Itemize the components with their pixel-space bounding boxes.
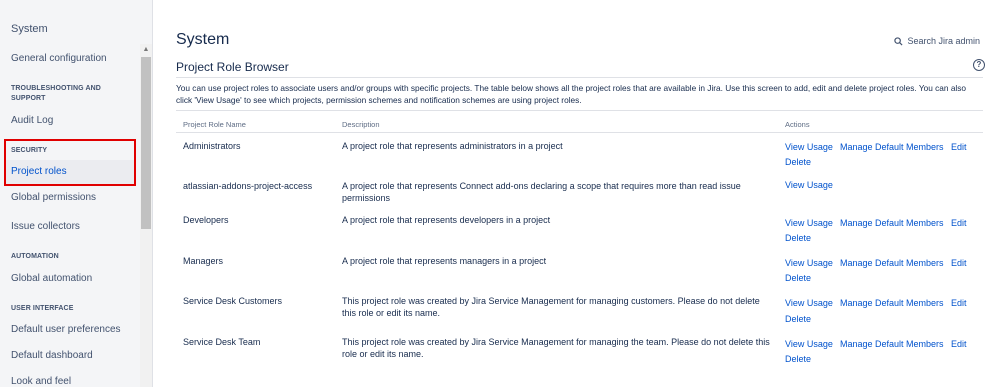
role-description: This project role was created by Jira Se… (342, 296, 760, 318)
edit-link[interactable]: Edit (951, 339, 967, 349)
view-usage-link[interactable]: View Usage (785, 298, 833, 308)
delete-link[interactable]: Delete (785, 157, 811, 167)
sidebar-item-issue-collectors[interactable]: Issue collectors (11, 221, 80, 232)
sidebar-title: System (11, 23, 48, 35)
view-usage-link[interactable]: View Usage (785, 258, 833, 268)
view-usage-link[interactable]: View Usage (785, 218, 833, 228)
section-divider (176, 77, 983, 78)
highlight-box (4, 139, 136, 186)
column-header-actions: Actions (785, 120, 810, 129)
role-name: Managers (183, 256, 224, 266)
search-icon (894, 36, 903, 46)
manage-default-members-link[interactable]: Manage Default Members (840, 218, 944, 228)
sidebar-item-default-user-preferences[interactable]: Default user preferences (11, 324, 121, 335)
manage-default-members-link[interactable]: Manage Default Members (840, 298, 944, 308)
sidebar-item-look-and-feel[interactable]: Look and feel (11, 376, 71, 387)
view-usage-link[interactable]: View Usage (785, 180, 833, 190)
search-jira-admin-link[interactable]: Search Jira admin (894, 36, 980, 46)
sidebar-scrollbar[interactable]: ▲ (140, 44, 152, 387)
sidebar-item-audit-log[interactable]: Audit Log (11, 115, 53, 126)
section-title: Project Role Browser (176, 60, 289, 74)
scroll-up-arrow-icon[interactable]: ▲ (142, 46, 150, 54)
role-description: This project role was created by Jira Se… (342, 337, 770, 359)
role-description: A project role that represents developer… (342, 215, 551, 225)
help-icon[interactable]: ? (973, 59, 985, 71)
intro-text: You can use project roles to associate u… (176, 83, 967, 105)
edit-link[interactable]: Edit (951, 258, 967, 268)
role-description: A project role that represents administr… (342, 141, 563, 151)
role-name: Administrators (183, 141, 241, 151)
manage-default-members-link[interactable]: Manage Default Members (840, 142, 944, 152)
edit-link[interactable]: Edit (951, 218, 967, 228)
page-title: System (176, 31, 230, 48)
role-name: atlassian-addons-project-access (183, 181, 313, 191)
view-usage-link[interactable]: View Usage (785, 142, 833, 152)
delete-link[interactable]: Delete (785, 314, 811, 324)
delete-link[interactable]: Delete (785, 354, 811, 364)
column-header-description: Description (342, 120, 380, 129)
search-jira-admin-label: Search Jira admin (907, 36, 980, 46)
edit-link[interactable]: Edit (951, 298, 967, 308)
delete-link[interactable]: Delete (785, 233, 811, 243)
role-name: Service Desk Customers (183, 296, 283, 306)
manage-default-members-link[interactable]: Manage Default Members (840, 258, 944, 268)
sidebar-section-troubleshooting: TROUBLESHOOTING AND SUPPORT (11, 85, 101, 102)
view-usage-link[interactable]: View Usage (785, 339, 833, 349)
table-header-divider (176, 132, 983, 133)
sidebar-item-default-dashboard[interactable]: Default dashboard (11, 350, 93, 361)
edit-link[interactable]: Edit (951, 142, 967, 152)
role-name: Developers (183, 215, 229, 225)
sidebar-item-general-configuration[interactable]: General configuration (11, 53, 107, 64)
scroll-thumb[interactable] (141, 57, 151, 229)
sidebar-section-automation: AUTOMATION (11, 253, 59, 260)
delete-link[interactable]: Delete (785, 273, 811, 283)
main-content: System Search Jira admin Project Role Br… (153, 0, 999, 387)
sidebar-section-user-interface: USER INTERFACE (11, 305, 74, 312)
sidebar-item-global-automation[interactable]: Global automation (11, 273, 92, 284)
manage-default-members-link[interactable]: Manage Default Members (840, 339, 944, 349)
sidebar: System General configuration TROUBLESHOO… (0, 0, 153, 387)
column-header-name: Project Role Name (183, 120, 246, 129)
role-description: A project role that represents managers … (342, 256, 547, 266)
role-description: A project role that represents Connect a… (342, 181, 741, 203)
sidebar-item-global-permissions[interactable]: Global permissions (11, 192, 96, 203)
role-name: Service Desk Team (183, 337, 261, 347)
intro-divider (176, 110, 983, 111)
